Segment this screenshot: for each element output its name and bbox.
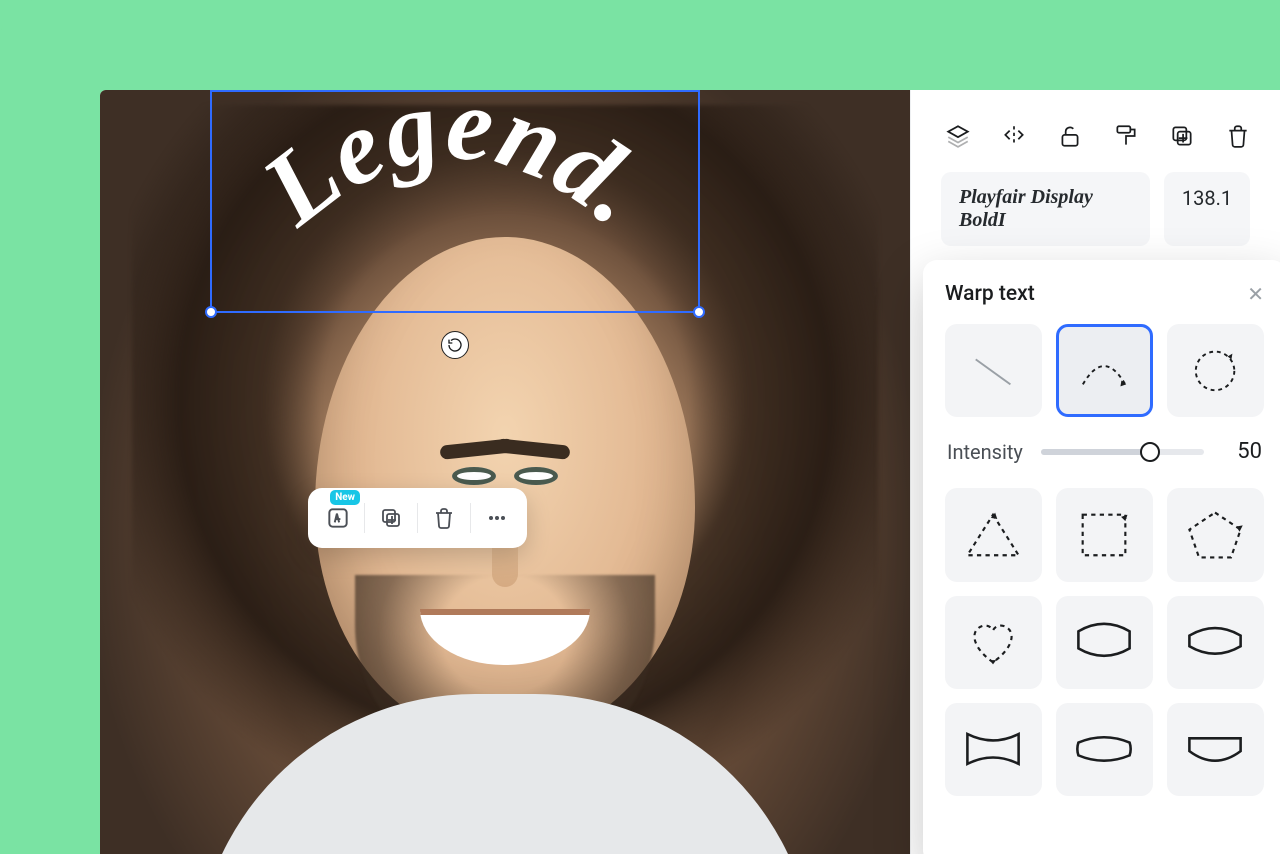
svg-text:Legend.: Legend.	[240, 92, 672, 248]
text-layer[interactable]: Legend.	[212, 92, 698, 311]
background-surface: Legend. New	[0, 0, 1280, 854]
separator	[364, 503, 365, 533]
warp-shape-pentagon[interactable]	[1167, 488, 1264, 581]
format-painter-icon[interactable]	[1113, 122, 1139, 150]
editor-app: Legend. New	[100, 90, 1280, 854]
warp-shape-heart[interactable]	[945, 596, 1042, 689]
font-row: Playfair Display BoldI 138.1	[911, 172, 1280, 264]
warp-shape-grid	[945, 488, 1264, 796]
warp-shape-pill[interactable]	[1056, 703, 1153, 796]
ai-generate-button[interactable]: New	[314, 496, 362, 540]
popover-title: Warp text	[945, 282, 1035, 306]
warp-shape-square[interactable]	[1056, 488, 1153, 581]
warp-style-arc[interactable]	[1056, 324, 1153, 417]
warp-shape-arc-down-outline[interactable]	[1167, 596, 1264, 689]
eye	[452, 467, 496, 485]
close-icon[interactable]: ✕	[1247, 284, 1264, 304]
unlock-icon[interactable]	[1057, 122, 1083, 150]
eye	[514, 467, 558, 485]
intensity-value: 50	[1222, 439, 1262, 464]
separator	[417, 503, 418, 533]
selection-box[interactable]: Legend.	[210, 90, 700, 313]
rotate-handle[interactable]	[441, 331, 469, 359]
more-button[interactable]	[473, 496, 521, 540]
new-badge: New	[330, 490, 360, 505]
delete-icon[interactable]	[1225, 122, 1251, 150]
slider-knob[interactable]	[1140, 442, 1160, 462]
intensity-row: Intensity 50	[947, 439, 1262, 464]
brow	[495, 438, 570, 460]
font-family-select[interactable]: Playfair Display BoldI	[941, 172, 1150, 246]
canvas-area[interactable]: Legend. New	[100, 90, 910, 854]
resize-handle-br[interactable]	[693, 306, 705, 318]
warp-shape-shield[interactable]	[1167, 703, 1264, 796]
warp-style-circle[interactable]	[1167, 324, 1264, 417]
duplicate-button[interactable]	[367, 496, 415, 540]
layers-icon[interactable]	[945, 122, 971, 150]
intensity-label: Intensity	[947, 440, 1023, 464]
warp-text-popover: Warp text ✕	[923, 260, 1280, 854]
font-size-input[interactable]: 138.1	[1164, 172, 1250, 246]
right-panel: Playfair Display BoldI 138.1 Warp text ✕	[910, 90, 1280, 854]
resize-handle-bl[interactable]	[205, 306, 217, 318]
flip-icon[interactable]	[1001, 122, 1027, 150]
warp-style-row	[945, 324, 1264, 417]
duplicate-icon[interactable]	[1169, 122, 1195, 150]
slider-fill	[1041, 449, 1150, 455]
warp-style-none[interactable]	[945, 324, 1042, 417]
warp-shape-triangle[interactable]	[945, 488, 1042, 581]
top-toolbar	[911, 90, 1280, 172]
warp-shape-bowtie[interactable]	[945, 703, 1042, 796]
intensity-slider[interactable]	[1041, 444, 1204, 460]
warp-shape-arc-down[interactable]	[1056, 596, 1153, 689]
text-value[interactable]: Legend.	[240, 92, 672, 248]
floating-toolbar: New	[308, 488, 527, 548]
delete-button[interactable]	[420, 496, 468, 540]
separator	[470, 503, 471, 533]
